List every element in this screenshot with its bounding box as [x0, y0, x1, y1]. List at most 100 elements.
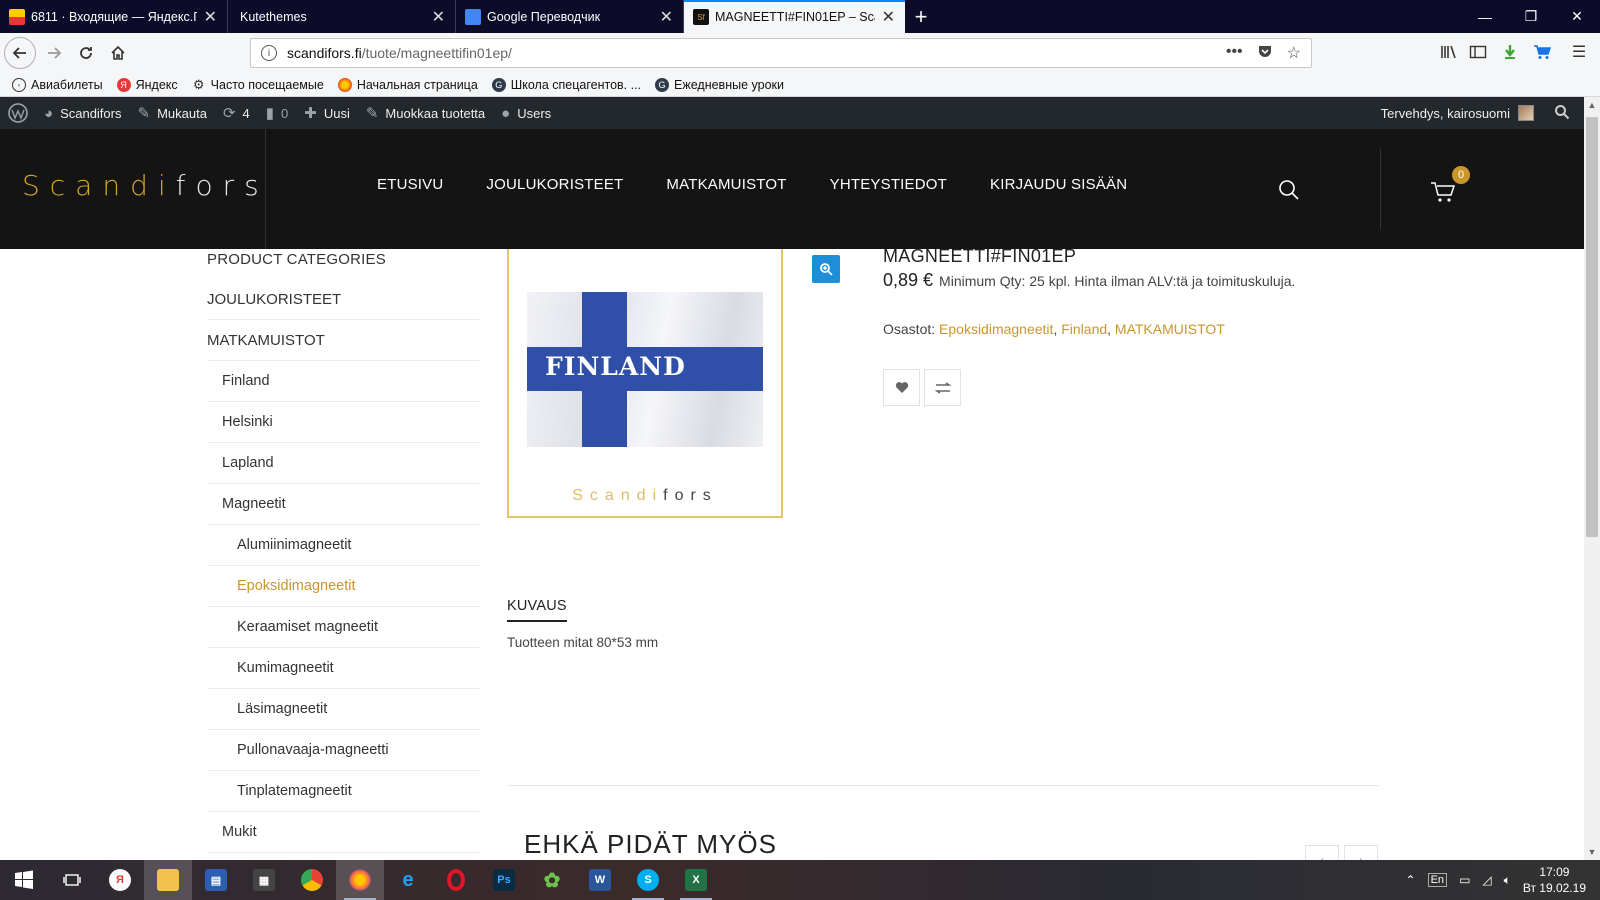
taskbar-photoshop[interactable]: Ps [480, 860, 528, 900]
start-button[interactable] [0, 860, 48, 900]
taskbar-opera[interactable] [432, 860, 480, 900]
taskbar-skype[interactable]: S [624, 860, 672, 900]
header-search-icon[interactable] [1278, 179, 1300, 201]
nav-kirjaudu[interactable]: KIRJAUDU SISÄÄN [990, 176, 1127, 193]
cart-extension-icon[interactable] [1531, 41, 1553, 63]
category-item[interactable]: Tinplatemagneetit [207, 771, 479, 812]
category-item[interactable]: Pullonavaaja-magneetti [207, 730, 479, 771]
bookmark-item[interactable]: G Школа спецагентов. ... [491, 77, 641, 92]
volume-icon[interactable]: 🔈︎ [1504, 873, 1511, 888]
nav-matkamuistot[interactable]: MATKAMUISTOT [666, 176, 786, 193]
url-bar[interactable]: i scandifors.fi/tuote/magneettifin01ep/ … [250, 38, 1312, 68]
taskbar-edge[interactable]: e [384, 860, 432, 900]
admin-edit-product-link[interactable]: ✎ Muokkaa tuotetta [358, 97, 493, 129]
category-item[interactable]: Alumiinimagneetit [207, 525, 479, 566]
taskbar-calculator[interactable]: ▦ [240, 860, 288, 900]
site-logo[interactable]: Scandifors [22, 169, 269, 202]
tray-chevron-icon[interactable]: ⌃ [1406, 873, 1416, 887]
related-next-button[interactable]: › [1344, 845, 1378, 860]
admin-comments-link[interactable]: ▮ 0 [258, 97, 297, 129]
bookmark-item[interactable]: Начальная страница [337, 77, 478, 92]
menu-icon[interactable]: ☰ [1568, 41, 1590, 63]
admin-search-icon[interactable] [1554, 104, 1570, 123]
taskbar-word[interactable]: W [576, 860, 624, 900]
bookmark-item[interactable]: Я Яндекс [116, 77, 178, 92]
sidebar-icon[interactable] [1467, 41, 1489, 63]
minimize-button[interactable]: — [1462, 0, 1508, 33]
nav-yhteystiedot[interactable]: YHTEYSTIEDOT [830, 176, 947, 193]
category-item-active[interactable]: Epoksidimagneetit [207, 566, 479, 607]
taskbar-excel[interactable]: X [672, 860, 720, 900]
nav-etusivu[interactable]: ETUSIVU [377, 176, 443, 193]
taskbar-explorer[interactable] [144, 860, 192, 900]
admin-updates-link[interactable]: ⟳ 4 [215, 97, 258, 129]
category-item[interactable]: Mukit [207, 812, 479, 853]
admin-users-link[interactable]: ● Users [493, 97, 559, 129]
close-window-button[interactable]: ✕ [1554, 0, 1600, 33]
category-link[interactable]: MATKAMUISTOT [1115, 321, 1225, 337]
battery-icon[interactable]: ▭ [1459, 873, 1470, 887]
category-item[interactable]: JOULUKORISTEET [207, 279, 479, 320]
close-icon[interactable]: ✕ [432, 7, 445, 27]
taskbar-icq[interactable]: ✿ [528, 860, 576, 900]
scroll-down-icon[interactable]: ▼ [1584, 844, 1600, 860]
back-button[interactable] [4, 37, 36, 69]
scroll-up-icon[interactable]: ▲ [1584, 97, 1600, 113]
close-icon[interactable]: ✕ [882, 7, 895, 27]
library-icon[interactable] [1438, 41, 1460, 63]
restore-button[interactable]: ❐ [1508, 0, 1554, 33]
page-scrollbar[interactable]: ▲ ▼ [1584, 97, 1600, 860]
tab-product-page[interactable]: Sf MAGNEETTI#FIN01EP – Scandi ✕ [684, 0, 905, 33]
category-item[interactable]: Lapland [207, 443, 479, 484]
category-item[interactable]: Helsinki [207, 402, 479, 443]
tab-yandex-mail[interactable]: 6811 · Входящие — Яндекс.По ✕ [0, 0, 228, 33]
zoom-button[interactable] [812, 255, 840, 283]
wishlist-button[interactable] [883, 369, 920, 406]
admin-greeting[interactable]: Tervehdys, kairosuomi [1381, 106, 1510, 121]
category-item[interactable]: MATKAMUISTOT [207, 320, 479, 361]
tab-google-translate[interactable]: Google Переводчик ✕ [456, 0, 684, 33]
cart-icon[interactable] [1430, 181, 1456, 203]
category-item[interactable]: Kumimagneetit [207, 648, 479, 689]
bookmark-item[interactable]: G Ежедневные уроки [655, 77, 784, 92]
tab-kutethemes[interactable]: Kutethemes ✕ [228, 0, 456, 33]
taskbar-firefox[interactable] [336, 860, 384, 900]
download-icon[interactable] [1499, 41, 1521, 63]
admin-new-link[interactable]: ✚ Uusi [296, 97, 358, 129]
page-actions-icon[interactable]: ••• [1226, 43, 1243, 64]
new-tab-button[interactable]: + [905, 0, 937, 33]
pocket-icon[interactable] [1257, 43, 1273, 64]
bookmark-item[interactable]: ⚙ Часто посещаемые [192, 77, 324, 92]
category-item[interactable]: Finland [207, 361, 479, 402]
language-indicator[interactable]: En [1427, 873, 1448, 887]
network-icon[interactable]: ◿ [1482, 873, 1491, 887]
category-link[interactable]: Finland [1061, 321, 1107, 337]
forward-button[interactable] [38, 37, 70, 69]
avatar[interactable] [1518, 105, 1534, 121]
taskbar-yandex[interactable]: Я [96, 860, 144, 900]
admin-site-link[interactable]: ◕ Scandifors [36, 97, 129, 129]
category-link[interactable]: Epoksidimagneetit [939, 321, 1053, 337]
related-prev-button[interactable]: ‹ [1305, 845, 1339, 860]
home-button[interactable] [102, 37, 134, 69]
close-icon[interactable]: ✕ [660, 7, 673, 27]
category-item[interactable]: Läsimagneetit [207, 689, 479, 730]
category-item[interactable]: Magneetit [207, 484, 479, 525]
admin-customize-link[interactable]: ✎ Mukauta [129, 97, 214, 129]
bookmark-item[interactable]: ◦ Авиабилеты [12, 77, 103, 92]
reload-button[interactable] [70, 37, 102, 69]
info-icon[interactable]: i [261, 45, 277, 61]
compare-button[interactable] [924, 369, 961, 406]
scroll-thumb[interactable] [1586, 117, 1598, 537]
taskbar-save-app[interactable]: ▤ [192, 860, 240, 900]
clock[interactable]: 17:09 Вт 19.02.19 [1523, 864, 1586, 896]
task-view-button[interactable] [48, 860, 96, 900]
bookmark-star-icon[interactable]: ☆ [1287, 43, 1301, 64]
close-icon[interactable]: ✕ [204, 7, 217, 27]
tab-description[interactable]: KUVAUS [507, 598, 567, 622]
category-item[interactable]: Keraamiset magneetit [207, 607, 479, 648]
product-image[interactable]: FINLAND Scandifors [507, 249, 783, 518]
wordpress-logo[interactable] [0, 97, 36, 129]
nav-joulukoristeet[interactable]: JOULUKORISTEET [486, 176, 623, 193]
taskbar-chrome[interactable] [288, 860, 336, 900]
